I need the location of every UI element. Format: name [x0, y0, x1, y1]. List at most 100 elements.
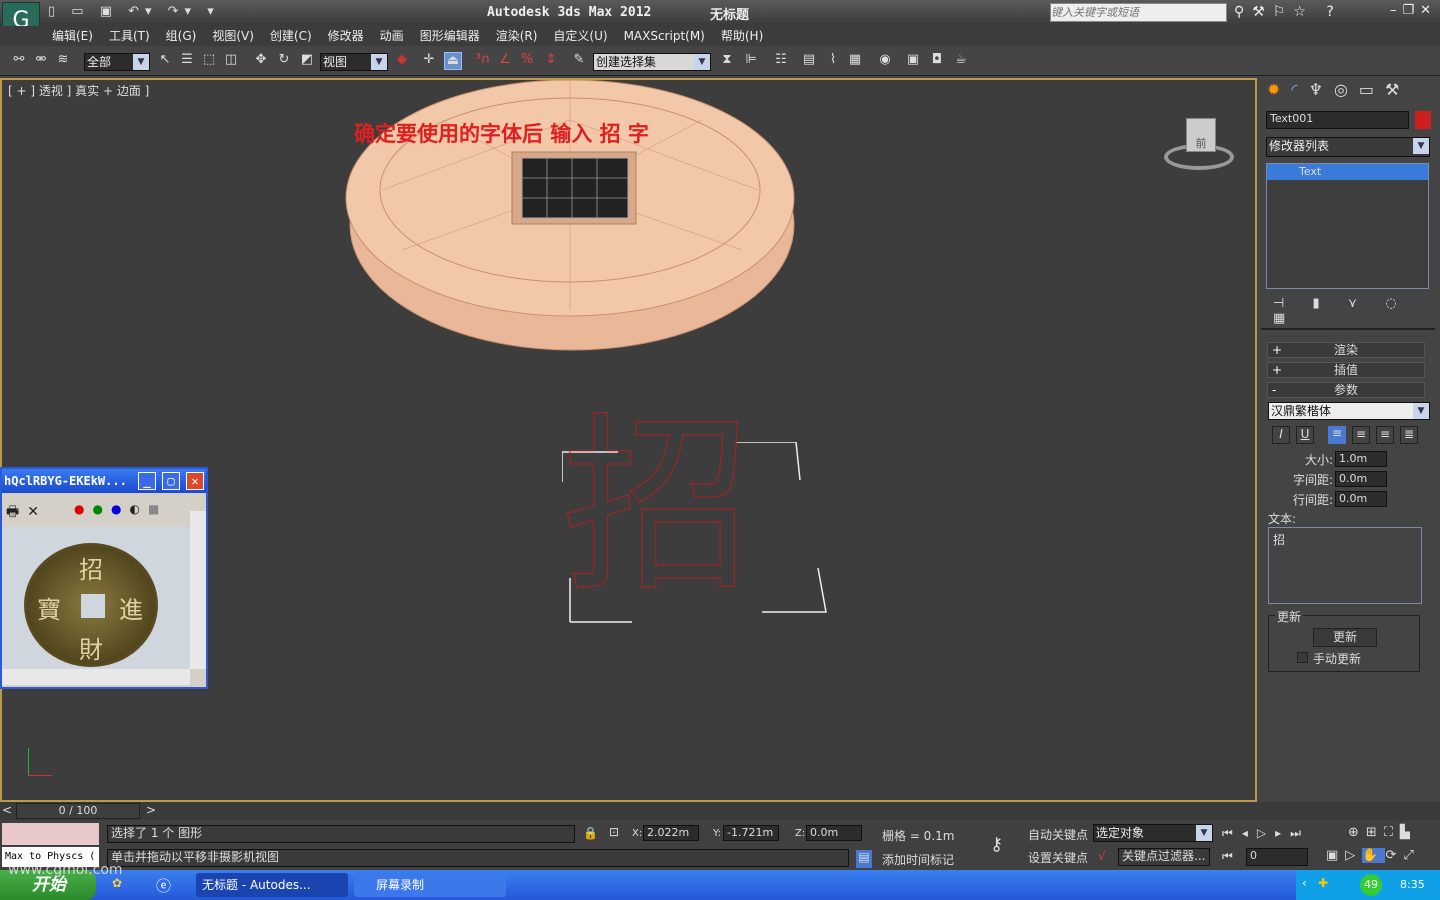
menu-customize[interactable]: 自定义(U) [553, 26, 607, 46]
snap-3d-icon[interactable]: ³∩ [474, 52, 492, 70]
align-left-button[interactable]: ≡ [1328, 426, 1346, 444]
playback-controls[interactable]: ⏮◂▷▸⏭ [1222, 826, 1310, 841]
keyboard-shortcut-toggle-icon[interactable]: ⏏ [444, 52, 462, 70]
menu-maxscript[interactable]: MAXScript(M) [624, 26, 705, 46]
auto-key-button[interactable]: 自动关键点 [1028, 826, 1088, 843]
key-filters-button[interactable]: 关键点过滤器... [1118, 848, 1210, 866]
pan-icon[interactable]: ✋ [1362, 848, 1386, 863]
viewport-nav-controls-2[interactable]: ▣▷✋⟳⤢ [1326, 848, 1421, 863]
unlink-icon[interactable]: ⚮ [32, 52, 50, 70]
window-title-bar[interactable]: hQclRBYG-EKEkW... _ ▢ ✕ [2, 469, 206, 493]
taskbar-item-screen-recorder[interactable]: 屏幕录制 [354, 873, 506, 897]
link-icon[interactable]: ⚯ [10, 52, 28, 70]
tray-app-icon[interactable]: ✚ [1318, 876, 1328, 890]
viewport-nav-controls[interactable]: ⊕⊞⛶▙ [1348, 825, 1417, 840]
time-tag-icon[interactable]: ▤ [856, 850, 872, 868]
align-center-button[interactable]: ≡ [1352, 426, 1370, 444]
command-panel-tabs[interactable]: ✹◜♆◎▭⚒ [1261, 80, 1437, 106]
leading-spinner[interactable]: 0.0m [1335, 491, 1387, 507]
mono-icon[interactable]: ■ [148, 502, 167, 516]
percent-snap-icon[interactable]: % [518, 52, 536, 70]
rollout-rendering[interactable]: + 渲染 [1267, 342, 1425, 358]
key-mode-dropdown[interactable]: 选定对象 ▼ [1093, 824, 1213, 842]
time-slider-thumb[interactable]: 0 / 100 [16, 803, 140, 819]
schematic-view-icon[interactable]: ▦ [846, 52, 864, 70]
viewcube-face-front[interactable]: 前 [1186, 118, 1216, 152]
orbit-icon[interactable]: ⟳ [1385, 848, 1403, 863]
zoom-extents-icon[interactable]: ⛶ [1384, 825, 1400, 840]
close-button[interactable]: ✕ [186, 472, 204, 490]
render-production-icon[interactable]: ☕ [952, 52, 970, 70]
graphite-tools-icon[interactable]: ▤ [800, 52, 818, 70]
zoom-all-icon[interactable]: ⊞ [1366, 825, 1384, 840]
fov-icon[interactable]: ▷ [1345, 848, 1362, 863]
rect-selection-icon[interactable]: ⬚ [200, 52, 218, 70]
text-shape-selection[interactable]: 招 [561, 411, 828, 624]
font-dropdown[interactable]: 汉鼎繁楷体 ▼ [1268, 402, 1430, 420]
layer-manager-icon[interactable]: ☷ [772, 52, 790, 70]
go-to-end-icon[interactable]: ⏭ [1290, 826, 1310, 840]
previous-frame-icon[interactable]: ◂ [1242, 826, 1257, 840]
time-slider[interactable]: < 0 / 100 > [0, 802, 1440, 820]
play-icon[interactable]: ▷ [1257, 826, 1275, 840]
print-icon[interactable]: 🖶 [6, 504, 27, 520]
utilities-tab-icon[interactable]: ⚒ [1385, 80, 1410, 99]
display-tab-icon[interactable]: ▭ [1359, 80, 1385, 99]
motion-tab-icon[interactable]: ◎ [1334, 80, 1359, 99]
stack-tools[interactable]: ⊣ ▮ ⋎ ◌ ▦ [1273, 296, 1433, 326]
rollout-interpolation[interactable]: + 插值 [1267, 362, 1425, 378]
menu-help[interactable]: 帮助(H) [721, 26, 763, 46]
menu-create[interactable]: 创建(C) [270, 26, 312, 46]
underline-button[interactable]: U [1296, 426, 1314, 444]
add-time-tag[interactable]: 添加时间标记 [882, 851, 954, 868]
object-name-field[interactable]: Text001 [1266, 111, 1409, 129]
select-object-icon[interactable]: ↖ [156, 52, 174, 70]
tray-expand-icon[interactable]: ‹ [1302, 876, 1307, 890]
named-selection-set-dropdown[interactable]: 创建选择集 ▼ [593, 53, 711, 71]
edit-named-selection-icon[interactable]: ✎ [570, 52, 588, 70]
mirror-icon[interactable]: ⧗ [718, 52, 736, 70]
time-config-icon[interactable]: ▣ [1326, 848, 1345, 863]
hierarchy-tab-icon[interactable]: ♆ [1309, 80, 1334, 99]
quicklaunch-icon[interactable]: ✿ [112, 876, 122, 890]
angle-snap-icon[interactable]: ∠ [496, 52, 514, 70]
set-key-button[interactable]: 设置关键点 [1028, 849, 1088, 866]
manual-update-checkbox[interactable] [1297, 652, 1308, 663]
rotate-icon[interactable]: ↻ [275, 52, 293, 70]
scale-icon[interactable]: ◩ [298, 52, 316, 70]
vertical-scrollbar[interactable] [190, 511, 206, 669]
create-tab-icon[interactable]: ✹ [1267, 80, 1291, 99]
italic-button[interactable]: I [1272, 426, 1290, 444]
manipulate-icon[interactable]: ✛ [420, 52, 438, 70]
absolute-mode-icon[interactable]: ⊡ [609, 825, 619, 839]
align-icon[interactable]: ⊫ [742, 52, 760, 70]
kerning-spinner[interactable]: 0.0m [1335, 471, 1387, 487]
z-coordinate-field[interactable]: 0.0m [806, 825, 862, 841]
modifier-stack[interactable]: Text [1266, 163, 1429, 289]
set-key-icon[interactable]: ⚷ [990, 834, 1003, 855]
next-frame-button[interactable]: > [146, 803, 156, 817]
reference-coord-dropdown[interactable]: 视图 ▼ [320, 53, 388, 71]
modify-tab-icon[interactable]: ◜ [1291, 80, 1308, 99]
window-crossing-icon[interactable]: ◫ [222, 52, 240, 70]
rendered-frame-icon[interactable]: ◘ [928, 52, 946, 70]
red-channel-icon[interactable]: ● [74, 502, 92, 516]
ie-icon[interactable]: ⓔ [156, 875, 171, 896]
maxscript-listener-mini[interactable] [2, 823, 99, 845]
minimize-button[interactable]: _ [138, 472, 156, 490]
size-spinner[interactable]: 1.0m [1335, 451, 1387, 467]
quick-access-toolbar[interactable]: ▯ ▭ ▣ ↶▾ ↷▾ ▾ [48, 4, 220, 19]
menu-edit[interactable]: 编辑(E) [52, 26, 93, 46]
maximize-button[interactable]: ▢ [162, 472, 180, 490]
lock-selection-icon[interactable]: 🔒 [583, 826, 598, 840]
viewport-label[interactable]: [ + ] 透视 ] 真实 + 边面 ] [8, 82, 149, 99]
modifier-stack-item[interactable]: Text [1267, 164, 1428, 180]
horizontal-scrollbar[interactable] [2, 669, 190, 685]
menu-graph-editors[interactable]: 图形编辑器 [420, 26, 480, 46]
bind-space-warp-icon[interactable]: ≋ [54, 52, 72, 70]
text-input-area[interactable]: 招 [1268, 527, 1422, 604]
rollout-parameters[interactable]: - 参数 [1267, 382, 1425, 398]
curve-editor-icon[interactable]: ⌇ [824, 52, 842, 70]
update-button[interactable]: 更新 [1313, 628, 1377, 647]
selection-filter-dropdown[interactable]: 全部 ▼ [84, 53, 150, 71]
